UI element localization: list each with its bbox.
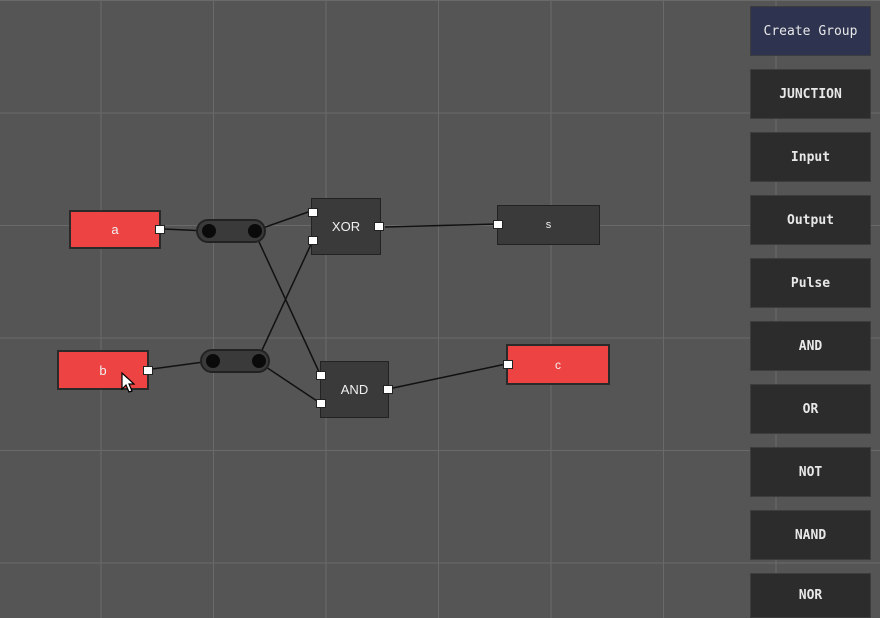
junction-1[interactable]	[196, 219, 266, 243]
junction-2-input-dot[interactable]	[206, 354, 220, 368]
mouse-cursor-icon	[121, 372, 136, 393]
input-node-b-label: b	[99, 362, 107, 378]
input-a-output-port[interactable]	[155, 225, 165, 234]
input-node-a[interactable]: a	[69, 210, 165, 249]
and-output-port[interactable]	[383, 385, 393, 394]
input-b-output-port[interactable]	[143, 366, 153, 375]
not-button[interactable]: NOT	[750, 447, 871, 497]
xor-input-port-1[interactable]	[308, 208, 318, 217]
input-node-a-label: a	[111, 222, 119, 237]
junction-1-input-dot[interactable]	[202, 224, 216, 238]
and-gate-label: AND	[340, 382, 369, 397]
and-input-port-2[interactable]	[316, 399, 326, 408]
input-button[interactable]: Input	[750, 132, 871, 182]
wire-junction2-xor	[256, 239, 314, 362]
xor-gate-label: XOR	[331, 219, 361, 234]
output-c-input-port[interactable]	[503, 360, 513, 369]
output-node-s[interactable]: s	[493, 205, 600, 245]
nand-button[interactable]: NAND	[750, 510, 871, 560]
nor-button[interactable]: NOR	[750, 573, 871, 618]
component-sidebar: Create Group JUNCTION Input Output Pulse…	[750, 0, 880, 618]
junction-2[interactable]	[200, 349, 270, 373]
pulse-button[interactable]: Pulse	[750, 258, 871, 308]
wires-layer	[151, 210, 507, 404]
wire-and-c	[392, 363, 507, 389]
and-input-port-1[interactable]	[316, 371, 326, 380]
junction-2-output-dot[interactable]	[252, 354, 266, 368]
output-node-c-label: c	[555, 357, 561, 372]
circuit-canvas[interactable]: a b XOR AND s c	[0, 0, 880, 618]
xor-input-port-2[interactable]	[308, 236, 318, 245]
and-button[interactable]: AND	[750, 321, 871, 371]
output-node-c[interactable]: c	[503, 344, 610, 385]
and-gate[interactable]: AND	[316, 361, 393, 418]
or-button[interactable]: OR	[750, 384, 871, 434]
output-s-input-port[interactable]	[493, 220, 503, 229]
xor-output-port[interactable]	[374, 222, 384, 231]
create-group-button[interactable]: Create Group	[750, 6, 871, 56]
output-node-s-label: s	[545, 219, 552, 231]
junction-button[interactable]: JUNCTION	[750, 69, 871, 119]
junction-1-output-dot[interactable]	[248, 224, 262, 238]
output-button[interactable]: Output	[750, 195, 871, 245]
xor-gate[interactable]: XOR	[308, 198, 384, 255]
wire-xor-s	[384, 223, 498, 228]
